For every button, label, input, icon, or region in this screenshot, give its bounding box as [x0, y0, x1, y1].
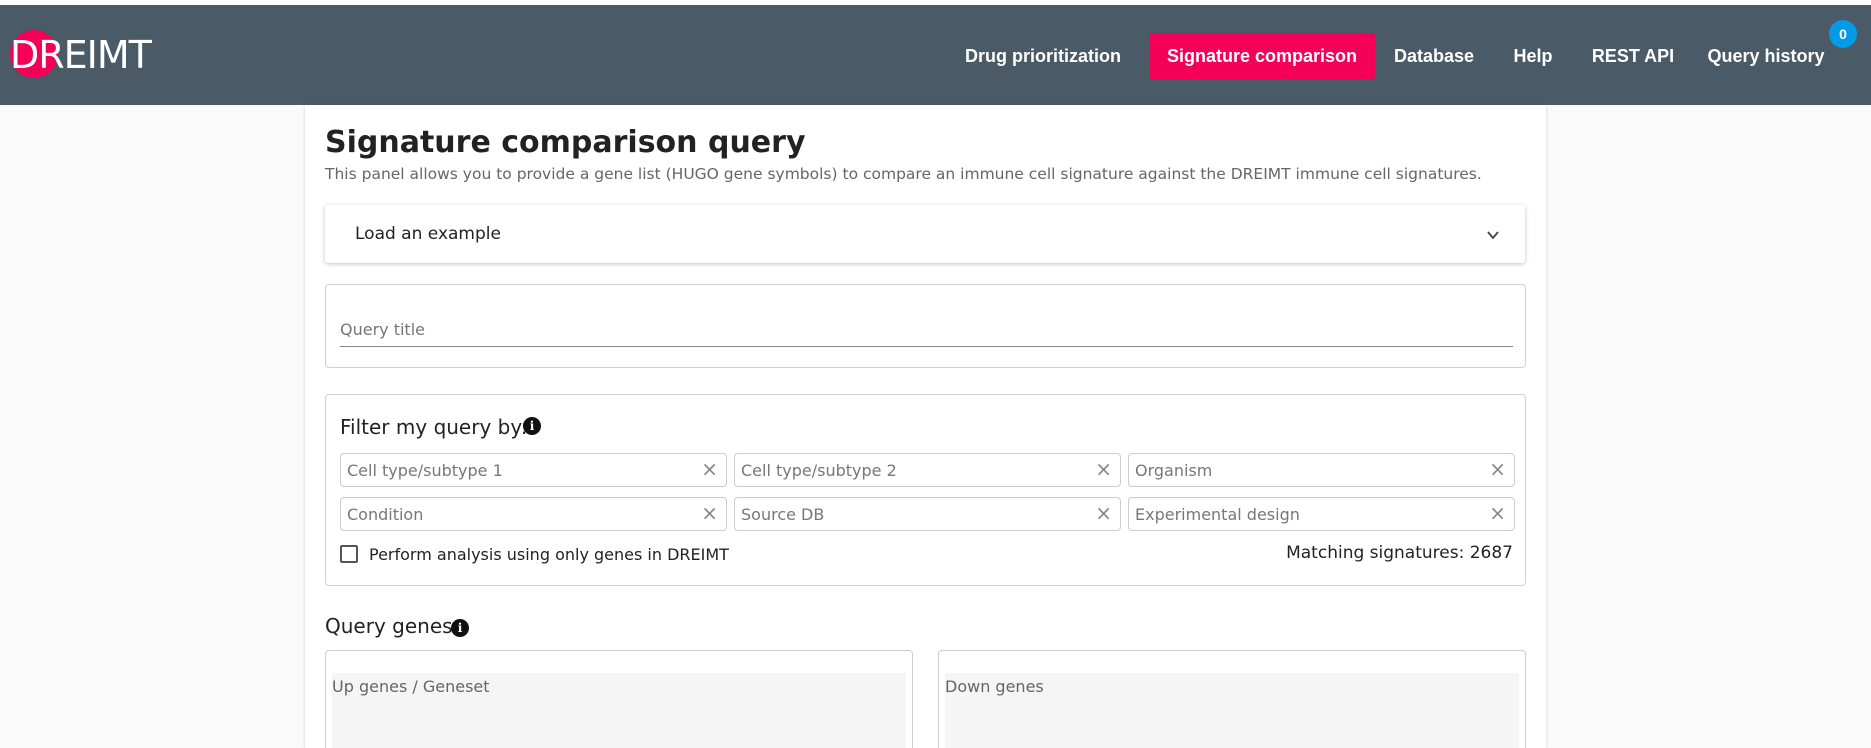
page-title: Signature comparison query [325, 125, 806, 160]
nav-signature-comparison[interactable]: Signature comparison [1149, 33, 1375, 79]
up-genes-box: Up genes / Geneset [325, 650, 913, 748]
chevron-down-icon[interactable] [1485, 227, 1501, 243]
nav-database[interactable]: Database [1384, 33, 1484, 79]
condition-select[interactable]: Condition × [340, 497, 727, 531]
clear-icon[interactable]: × [1095, 457, 1112, 481]
query-genes-title: Query genes [325, 614, 453, 638]
nav-help[interactable]: Help [1500, 33, 1566, 79]
main-card: Signature comparison query This panel al… [305, 105, 1546, 748]
down-genes-textarea[interactable]: Down genes [945, 673, 1519, 748]
only-dreimt-genes-label: Perform analysis using only genes in DRE… [369, 545, 729, 564]
nav-query-history[interactable]: Query history [1700, 33, 1832, 79]
clear-icon[interactable]: × [1095, 501, 1112, 525]
experimental-design-select[interactable]: Experimental design × [1128, 497, 1515, 531]
up-genes-placeholder: Up genes / Geneset [332, 677, 490, 696]
navbar: DREIMT Drug prioritization Signature com… [0, 5, 1871, 105]
cell-type-2-select[interactable]: Cell type/subtype 2 × [734, 453, 1121, 487]
clear-icon[interactable]: × [701, 501, 718, 525]
load-example-panel[interactable]: Load an example [325, 205, 1525, 263]
up-genes-textarea[interactable]: Up genes / Geneset [332, 673, 906, 748]
nav-rest-api[interactable]: REST API [1583, 33, 1683, 79]
organism-select[interactable]: Organism × [1128, 453, 1515, 487]
page-subtitle: This panel allows you to provide a gene … [325, 165, 1482, 183]
cell-type-2-label: Cell type/subtype 2 [741, 461, 897, 480]
cell-type-1-select[interactable]: Cell type/subtype 1 × [340, 453, 727, 487]
filter-info-icon[interactable]: i [523, 417, 541, 435]
down-genes-box: Down genes [938, 650, 1526, 748]
nav-drug-prioritization[interactable]: Drug prioritization [962, 33, 1124, 79]
filter-box: Filter my query by: i Cell type/subtype … [325, 394, 1526, 586]
query-title-box: Query title [325, 284, 1526, 368]
source-db-label: Source DB [741, 505, 825, 524]
load-example-label: Load an example [355, 224, 501, 244]
logo-text: DREIMT [10, 33, 152, 77]
clear-icon[interactable]: × [1489, 501, 1506, 525]
down-genes-placeholder: Down genes [945, 677, 1044, 696]
matching-signatures: Matching signatures: 2687 [1286, 543, 1513, 563]
clear-icon[interactable]: × [701, 457, 718, 481]
cell-type-1-label: Cell type/subtype 1 [347, 461, 503, 480]
query-genes-info-icon[interactable]: i [451, 619, 469, 637]
source-db-select[interactable]: Source DB × [734, 497, 1121, 531]
experimental-design-label: Experimental design [1135, 505, 1300, 524]
condition-label: Condition [347, 505, 424, 524]
query-title-input[interactable]: Query title [340, 319, 1513, 347]
query-history-badge: 0 [1829, 20, 1857, 48]
filter-title: Filter my query by: [340, 415, 528, 439]
organism-label: Organism [1135, 461, 1213, 480]
clear-icon[interactable]: × [1489, 457, 1506, 481]
only-dreimt-genes-checkbox[interactable] [340, 545, 358, 563]
